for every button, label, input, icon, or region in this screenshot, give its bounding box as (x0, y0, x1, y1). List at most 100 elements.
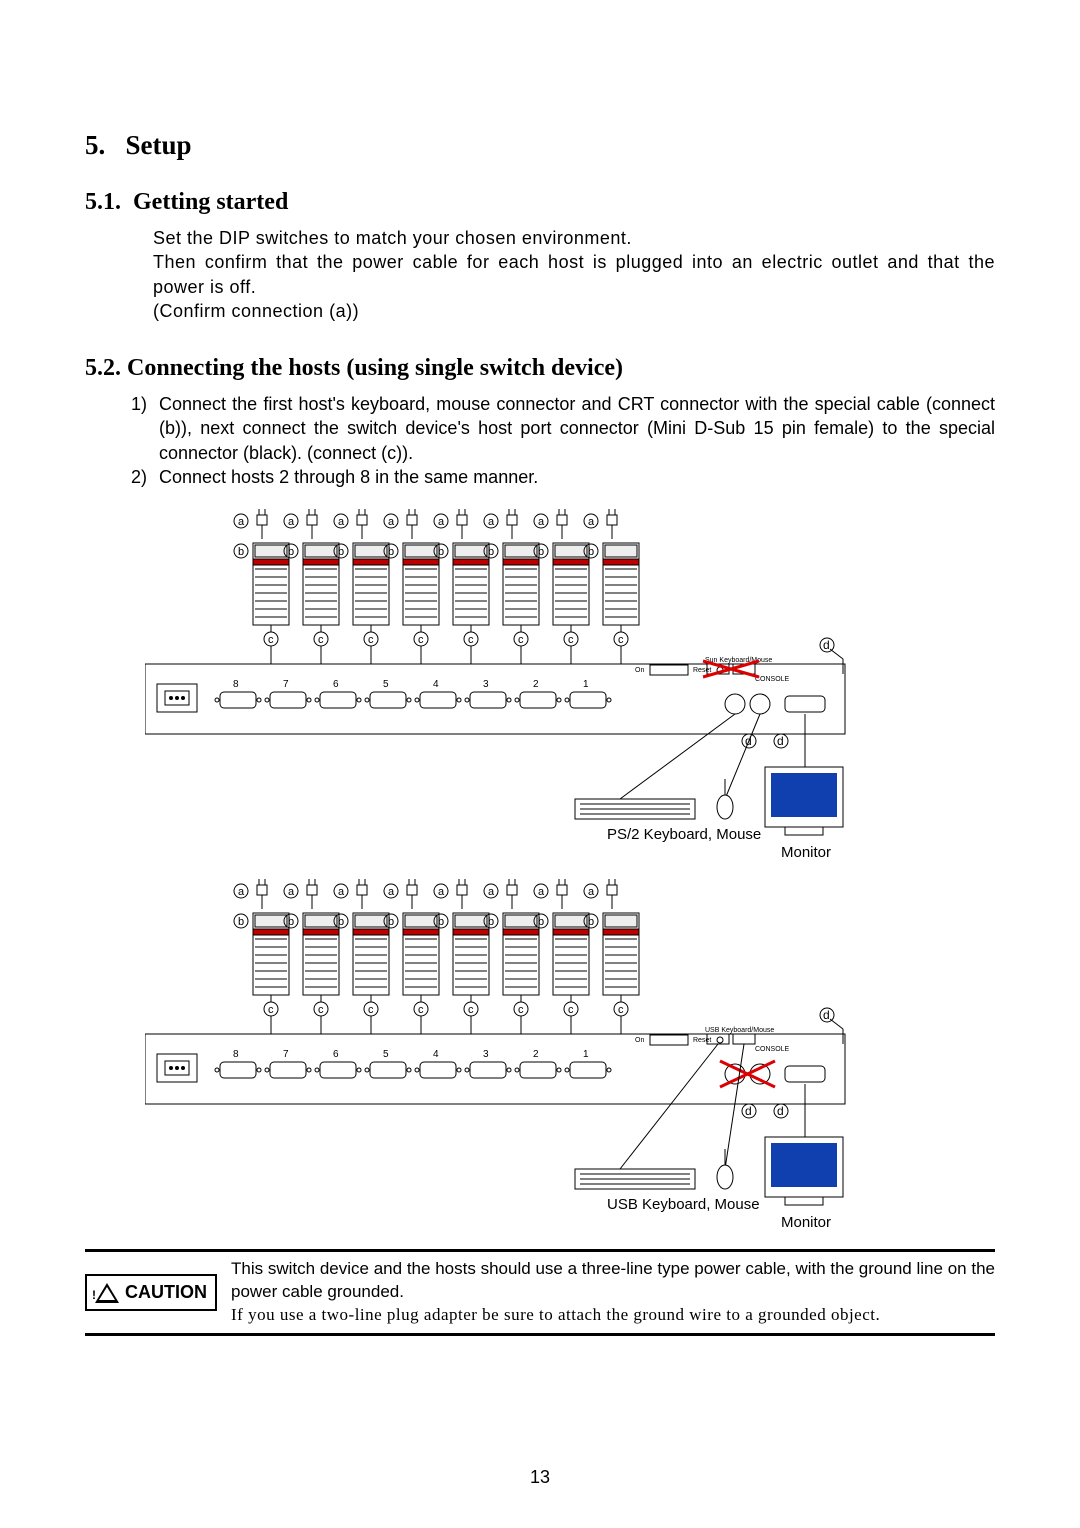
svg-text:c: c (318, 1004, 324, 1016)
svg-text:4: 4 (433, 1049, 439, 1060)
svg-text:c: c (518, 634, 524, 646)
svg-text:a: a (588, 886, 595, 898)
svg-text:d: d (823, 1008, 830, 1022)
svg-text:On: On (635, 1037, 644, 1044)
svg-text:a: a (538, 516, 545, 528)
svg-text:6: 6 (333, 1049, 339, 1060)
list-item: 2) Connect hosts 2 through 8 in the same… (123, 465, 995, 489)
svg-text:CONSOLE: CONSOLE (755, 676, 790, 683)
svg-text:4: 4 (433, 679, 439, 690)
svg-text:b: b (238, 546, 244, 558)
svg-text:a: a (288, 516, 295, 528)
svg-text:c: c (268, 634, 274, 646)
svg-text:b: b (338, 546, 344, 558)
svg-text:c: c (518, 1004, 524, 1016)
svg-text:d: d (777, 734, 784, 748)
caution-block: ! CAUTION This switch device and the hos… (85, 1249, 995, 1336)
svg-text:8: 8 (233, 1049, 239, 1060)
svg-text:c: c (568, 634, 574, 646)
svg-text:a: a (288, 886, 295, 898)
svg-text:c: c (618, 1004, 624, 1016)
svg-text:c: c (268, 1004, 274, 1016)
svg-text:5: 5 (383, 1049, 389, 1060)
svg-text:b: b (488, 916, 494, 928)
svg-text:c: c (418, 634, 424, 646)
svg-text:b: b (388, 916, 394, 928)
svg-text:b: b (238, 916, 244, 928)
svg-text:b: b (438, 546, 444, 558)
caution-line-2: If you use a two-line plug adapter be su… (231, 1304, 995, 1327)
svg-text:a: a (238, 516, 245, 528)
svg-text:c: c (618, 634, 624, 646)
svg-text:5: 5 (383, 679, 389, 690)
svg-text:c: c (418, 1004, 424, 1016)
svg-text:a: a (338, 516, 345, 528)
caution-badge: ! CAUTION (85, 1274, 217, 1311)
svg-text:b: b (288, 916, 294, 928)
heading-setup-number: 5. (85, 130, 105, 160)
heading-5-2-number: 5.2. (85, 355, 121, 381)
list-item: 1) Connect the first host's keyboard, mo… (123, 392, 995, 465)
heading-5-2-title: Connecting the hosts (using single switc… (127, 355, 623, 381)
svg-text:c: c (468, 1004, 474, 1016)
svg-text:b: b (338, 916, 344, 928)
svg-text:1: 1 (583, 679, 589, 690)
svg-text:d: d (777, 1104, 784, 1118)
svg-text:3: 3 (483, 1049, 489, 1060)
heading-setup-title: Setup (126, 130, 192, 160)
svg-text:a: a (338, 886, 345, 898)
svg-text:c: c (368, 634, 374, 646)
svg-text:c: c (468, 634, 474, 646)
svg-text:3: 3 (483, 679, 489, 690)
svg-text:c: c (568, 1004, 574, 1016)
svg-text:b: b (388, 546, 394, 558)
svg-text:Reset: Reset (693, 1037, 711, 1044)
connecting-list: 1) Connect the first host's keyboard, mo… (85, 392, 995, 489)
heading-setup: 5. Setup (85, 130, 995, 161)
svg-text:7: 7 (283, 1049, 289, 1060)
svg-text:USB Keyboard/Mouse: USB Keyboard/Mouse (705, 1027, 774, 1034)
caution-label: CAUTION (125, 1282, 207, 1303)
svg-text:a: a (538, 886, 545, 898)
svg-text:2: 2 (533, 1049, 539, 1060)
svg-text:b: b (588, 916, 594, 928)
svg-text:CONSOLE: CONSOLE (755, 1046, 790, 1053)
svg-text:d: d (745, 1104, 752, 1118)
svg-text:USB Keyboard, Mouse: USB Keyboard, Mouse (607, 1196, 760, 1213)
svg-text:c: c (318, 634, 324, 646)
svg-text:a: a (388, 886, 395, 898)
list-marker: 2) (123, 465, 159, 489)
svg-text:b: b (438, 916, 444, 928)
svg-text:7: 7 (283, 679, 289, 690)
list-body: Connect the first host's keyboard, mouse… (159, 392, 995, 465)
svg-text:6: 6 (333, 679, 339, 690)
svg-text:2: 2 (533, 679, 539, 690)
warning-icon: ! (95, 1283, 119, 1303)
svg-text:c: c (368, 1004, 374, 1016)
page-number: 13 (0, 1467, 1080, 1488)
heading-5-1-title: Getting started (133, 189, 288, 215)
svg-text:a: a (588, 516, 595, 528)
caution-text: This switch device and the hosts should … (231, 1258, 995, 1327)
svg-text:b: b (288, 546, 294, 558)
diagram-svg: a b c a b (145, 509, 885, 869)
caution-line-1: This switch device and the hosts should … (231, 1258, 995, 1304)
diagram-ps2: a b c a b (145, 509, 995, 869)
svg-text:b: b (538, 916, 544, 928)
svg-text:a: a (488, 516, 495, 528)
list-body: Connect hosts 2 through 8 in the same ma… (159, 465, 995, 489)
svg-text:b: b (538, 546, 544, 558)
svg-text:d: d (823, 638, 830, 652)
heading-getting-started: 5.1. Getting started (85, 189, 995, 216)
diagram-svg: a b c a b (145, 879, 885, 1239)
svg-text:a: a (388, 516, 395, 528)
diagram-usb: a b c a b (145, 879, 995, 1239)
list-marker: 1) (123, 392, 159, 465)
svg-text:Monitor: Monitor (781, 844, 831, 861)
svg-text:Monitor: Monitor (781, 1214, 831, 1231)
svg-text:Reset: Reset (693, 667, 711, 674)
svg-text:8: 8 (233, 679, 239, 690)
svg-text:PS/2 Keyboard, Mouse: PS/2 Keyboard, Mouse (607, 826, 761, 843)
svg-text:b: b (588, 546, 594, 558)
heading-5-1-number: 5.1. (85, 189, 121, 215)
